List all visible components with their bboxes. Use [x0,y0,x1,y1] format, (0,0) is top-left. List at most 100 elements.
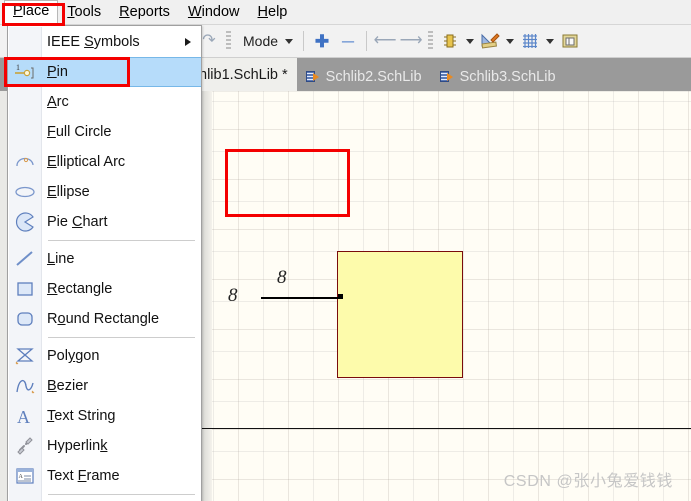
add-mode-button[interactable]: ✚ [310,29,334,53]
menu-item-ieee-symbols[interactable]: IEEE Symbols [8,27,201,57]
menu-item-label: Arc [47,94,69,110]
annotation-box-placed-pin [225,149,350,217]
mode-label: Mode [243,33,279,49]
menu-item-arc[interactable]: Arc [8,87,201,117]
round-rectangle-icon [13,308,37,330]
mode-dropdown-button[interactable]: Mode [236,29,297,53]
menu-tools-label: Tools [67,3,102,20]
bezier-icon [13,375,37,397]
tab-schlib1[interactable]: hlib1.SchLib * [190,58,297,91]
menu-item-label: Elliptical Arc [47,154,126,170]
place-component-dropdown[interactable] [464,29,476,53]
minus-icon: ─ [342,31,355,51]
menu-help-label: Help [257,3,288,20]
menu-item-label: Round Rectangle [47,311,160,327]
polygon-icon [13,345,37,367]
pie-chart-icon [13,211,37,233]
menu-help[interactable]: Help [249,1,297,24]
menu-reports-label: Reports [119,3,170,20]
menu-item-full-circle[interactable]: Full Circle [8,117,201,147]
menu-window[interactable]: Window [179,1,249,24]
svg-text:A: A [19,474,24,480]
tab-schlib2[interactable]: Schlib2.SchLib [297,62,431,91]
menu-item-text-frame[interactable]: A Text Frame [8,461,201,491]
menu-item-bezier[interactable]: Bezier [8,371,201,401]
place-component-button[interactable] [438,29,462,53]
menu-window-label: Window [187,3,240,20]
hyperlink-icon [13,435,37,457]
tab-schlib3[interactable]: Schlib3.SchLib [431,62,565,91]
menu-item-hyperlink[interactable]: Hyperlink [8,431,201,461]
chevron-down-icon [285,38,294,44]
grid-icon [523,34,538,48]
plus-icon: ✚ [314,31,330,51]
menu-separator [48,337,195,338]
menu-item-elliptical-arc[interactable]: Elliptical Arc [8,147,201,177]
pin-designator-label: 8 [277,267,287,288]
menu-item-label: Polygon [47,348,100,364]
annotation-box-pin-menu-item [4,57,130,87]
drawing-tools-dropdown[interactable] [504,29,516,53]
arrow-right-icon: ⟶ [399,32,423,49]
schlib-icon [305,70,321,83]
menu-item-label: Hyperlink [47,438,108,454]
rectangle-icon [13,278,37,300]
chevron-down-icon [466,38,475,44]
toolbar-separator [366,31,368,51]
chevron-down-icon [506,38,515,44]
tab-label: hlib1.SchLib * [199,66,288,83]
grid-dropdown[interactable] [544,29,556,53]
canvas-left-gutter [202,91,212,501]
previous-mode-button[interactable]: ⟵ [373,29,397,53]
elliptical-arc-icon [13,151,37,173]
menu-item-text-string[interactable]: A Text String [8,401,201,431]
next-mode-button[interactable]: ⟶ [399,29,423,53]
menu-item-label: Pie Chart [47,214,108,230]
menu-separator [48,240,195,241]
watermark-text: CSDN @张小兔爱钱钱 [503,473,673,490]
svg-text:A: A [17,407,30,427]
arrow-left-icon: ⟵ [373,32,397,49]
menu-item-label: Rectangle [47,281,113,297]
toolbar-grip[interactable] [226,31,231,51]
menu-item-label: Text String [47,408,116,424]
tab-label: Schlib2.SchLib [325,68,422,85]
line-icon [13,248,37,270]
toolbar-grip[interactable] [428,31,434,51]
menu-separator [48,494,195,495]
tab-label: Schlib3.SchLib [459,68,556,85]
menu-item-label: Bezier [47,378,89,394]
text-string-icon: A [13,405,37,427]
pin-line[interactable] [261,297,341,299]
submenu-arrow-icon [185,38,191,46]
panel-folder-icon [562,34,578,48]
remove-mode-button[interactable]: ─ [336,29,360,53]
text-frame-icon: A [13,465,37,487]
menu-item-pie-chart[interactable]: Pie Chart [8,207,201,237]
ellipse-icon [13,181,37,203]
grid-button[interactable] [518,29,542,53]
altium-schlib-editor-window: 8 8 CSDN @张小兔爱钱钱 hlib1.SchLib * Schlib2.… [0,0,691,501]
panels-button[interactable] [558,29,582,53]
menu-item-label: Full Circle [47,124,112,140]
drawing-tools-button[interactable] [478,29,502,53]
menu-bar[interactable]: Place Tools Reports Window Help [0,0,691,25]
menu-item-round-rectangle[interactable]: Round Rectangle [8,304,201,334]
component-body-rectangle[interactable] [337,251,463,378]
chevron-down-icon [546,38,555,44]
place-dropdown-menu[interactable]: IEEE Symbols 1 Pin Arc Full Circle Ellip… [7,25,202,501]
ruler-pencil-icon [481,33,500,49]
pin-endpoint[interactable] [338,294,343,299]
redo-icon: ↷ [202,32,216,49]
menu-reports[interactable]: Reports [110,1,179,24]
menu-item-label: Ellipse [47,184,90,200]
menu-item-ellipse[interactable]: Ellipse [8,177,201,207]
annotation-box-place-menu [2,3,65,26]
menu-tools[interactable]: Tools [58,1,110,24]
menu-item-polygon[interactable]: Polygon [8,341,201,371]
menu-item-line[interactable]: Line [8,244,201,274]
toolbar-separator [303,31,305,51]
pin-name-label: 8 [228,285,238,306]
menu-item-rectangle[interactable]: Rectangle [8,274,201,304]
menu-item-label: Text Frame [47,468,120,484]
